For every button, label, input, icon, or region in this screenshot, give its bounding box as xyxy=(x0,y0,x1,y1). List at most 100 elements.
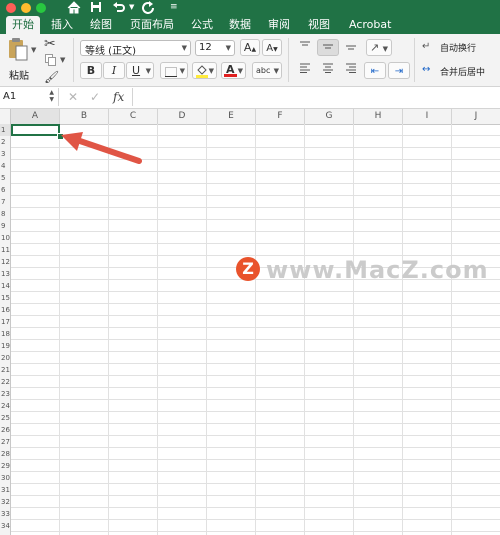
shrink-font-button[interactable]: A▼ xyxy=(262,39,282,56)
tab-insert[interactable]: 插入 xyxy=(45,16,79,34)
name-box-stepper-icon[interactable]: ▲ ▼ xyxy=(49,89,54,103)
row-header-29[interactable]: 29 xyxy=(0,460,10,472)
home-icon[interactable] xyxy=(67,1,81,17)
align-bottom-button[interactable] xyxy=(340,39,362,56)
customize-icon[interactable]: ≡ xyxy=(170,1,178,14)
row-header-28[interactable]: 28 xyxy=(0,448,10,460)
column-header-b[interactable]: B xyxy=(60,109,109,124)
formula-input[interactable] xyxy=(132,88,500,106)
minimize-window-button[interactable] xyxy=(21,3,31,13)
cut-icon[interactable]: ✂ xyxy=(44,36,56,52)
decrease-indent-button[interactable]: ⇤ xyxy=(364,62,386,79)
cancel-entry-icon[interactable]: ✕ xyxy=(68,90,78,104)
column-header-i[interactable]: I xyxy=(403,109,452,124)
row-header-6[interactable]: 6 xyxy=(0,184,10,196)
cells-area[interactable] xyxy=(11,124,500,535)
column-header-j[interactable]: J xyxy=(452,109,500,124)
watermark-text: www.MacZ.com xyxy=(266,256,489,284)
tab-page-layout[interactable]: 页面布局 xyxy=(124,16,180,34)
zoom-window-button[interactable] xyxy=(36,3,46,13)
column-header-g[interactable]: G xyxy=(305,109,354,124)
column-header-e[interactable]: E xyxy=(207,109,256,124)
orientation-button[interactable]: ↗ ▼ xyxy=(366,39,392,56)
fill-color-button[interactable]: ▼ xyxy=(192,62,217,79)
column-header-c[interactable]: C xyxy=(109,109,158,124)
row-header-4[interactable]: 4 xyxy=(0,160,10,172)
close-window-button[interactable] xyxy=(6,3,16,13)
font-color-button[interactable]: A ▼ xyxy=(221,62,246,79)
row-header-2[interactable]: 2 xyxy=(0,136,10,148)
merge-center-button[interactable]: ↔ 合并后居中 xyxy=(422,64,500,79)
borders-button[interactable]: ▼ xyxy=(160,62,188,79)
row-header-16[interactable]: 16 xyxy=(0,304,10,316)
row-header-33[interactable]: 33 xyxy=(0,508,10,520)
italic-button[interactable]: I xyxy=(103,62,125,79)
row-header-5[interactable]: 5 xyxy=(0,172,10,184)
paste-button[interactable]: 粘贴 xyxy=(4,37,34,82)
underline-button[interactable]: U ▼ xyxy=(126,62,154,79)
row-header-23[interactable]: 23 xyxy=(0,388,10,400)
column-header-f[interactable]: F xyxy=(256,109,305,124)
tab-formulas[interactable]: 公式 xyxy=(185,16,219,34)
column-header-h[interactable]: H xyxy=(354,109,403,124)
align-right-button[interactable] xyxy=(340,62,362,79)
tab-acrobat[interactable]: Acrobat xyxy=(343,16,397,34)
save-icon[interactable] xyxy=(90,1,102,16)
tab-home[interactable]: 开始 xyxy=(6,16,40,34)
grow-font-button[interactable]: A▲ xyxy=(240,39,260,56)
align-middle-button[interactable] xyxy=(317,39,339,56)
font-size-select[interactable]: 12 ▼ xyxy=(195,40,235,56)
row-header-18[interactable]: 18 xyxy=(0,328,10,340)
copy-dropdown-icon[interactable]: ▼ xyxy=(60,56,65,64)
tab-view[interactable]: 视图 xyxy=(302,16,336,34)
align-center-button[interactable] xyxy=(317,62,339,79)
row-header-1[interactable]: 1 xyxy=(0,124,10,136)
row-header-32[interactable]: 32 xyxy=(0,496,10,508)
insert-function-icon[interactable]: fx xyxy=(113,90,124,104)
tab-data[interactable]: 数据 xyxy=(223,16,257,34)
row-header-9[interactable]: 9 xyxy=(0,220,10,232)
wrap-text-button[interactable]: ↵ 自动换行 xyxy=(422,41,498,55)
paste-dropdown-icon[interactable]: ▼ xyxy=(31,46,36,54)
tab-draw[interactable]: 绘图 xyxy=(84,16,118,34)
row-header-17[interactable]: 17 xyxy=(0,316,10,328)
selected-cell[interactable] xyxy=(11,124,60,136)
row-header-13[interactable]: 13 xyxy=(0,268,10,280)
row-header-19[interactable]: 19 xyxy=(0,340,10,352)
bold-button[interactable]: B xyxy=(80,62,102,79)
row-header-3[interactable]: 3 xyxy=(0,148,10,160)
row-header-12[interactable]: 12 xyxy=(0,256,10,268)
column-header-a[interactable]: A xyxy=(11,109,60,124)
name-box[interactable]: A1 ▲ ▼ xyxy=(0,88,59,106)
align-top-button[interactable] xyxy=(294,39,316,56)
undo-icon[interactable] xyxy=(112,1,126,16)
select-all-corner[interactable] xyxy=(0,109,11,124)
row-header-22[interactable]: 22 xyxy=(0,376,10,388)
row-header-30[interactable]: 30 xyxy=(0,472,10,484)
confirm-entry-icon[interactable]: ✓ xyxy=(90,90,100,104)
undo-dropdown-icon[interactable]: ▼ xyxy=(129,1,134,14)
row-header-11[interactable]: 11 xyxy=(0,244,10,256)
row-header-14[interactable]: 14 xyxy=(0,280,10,292)
column-header-d[interactable]: D xyxy=(158,109,207,124)
row-header-34[interactable]: 34 xyxy=(0,520,10,532)
row-header-26[interactable]: 26 xyxy=(0,424,10,436)
row-header-27[interactable]: 27 xyxy=(0,436,10,448)
row-header-21[interactable]: 21 xyxy=(0,364,10,376)
row-header-25[interactable]: 25 xyxy=(0,412,10,424)
font-name-select[interactable]: 等线 (正文) ▼ xyxy=(80,40,191,57)
row-header-10[interactable]: 10 xyxy=(0,232,10,244)
format-painter-icon[interactable]: 🖌 xyxy=(44,70,59,84)
increase-indent-button[interactable]: ⇥ xyxy=(388,62,410,79)
phonetic-button[interactable]: abc ▼ xyxy=(252,62,282,79)
row-header-31[interactable]: 31 xyxy=(0,484,10,496)
row-header-20[interactable]: 20 xyxy=(0,352,10,364)
row-header-15[interactable]: 15 xyxy=(0,292,10,304)
row-header-24[interactable]: 24 xyxy=(0,400,10,412)
tab-review[interactable]: 审阅 xyxy=(262,16,296,34)
row-header-8[interactable]: 8 xyxy=(0,208,10,220)
copy-icon[interactable] xyxy=(45,54,56,69)
row-header-7[interactable]: 7 xyxy=(0,196,10,208)
redo-icon[interactable] xyxy=(142,1,154,17)
align-left-button[interactable] xyxy=(294,62,316,79)
